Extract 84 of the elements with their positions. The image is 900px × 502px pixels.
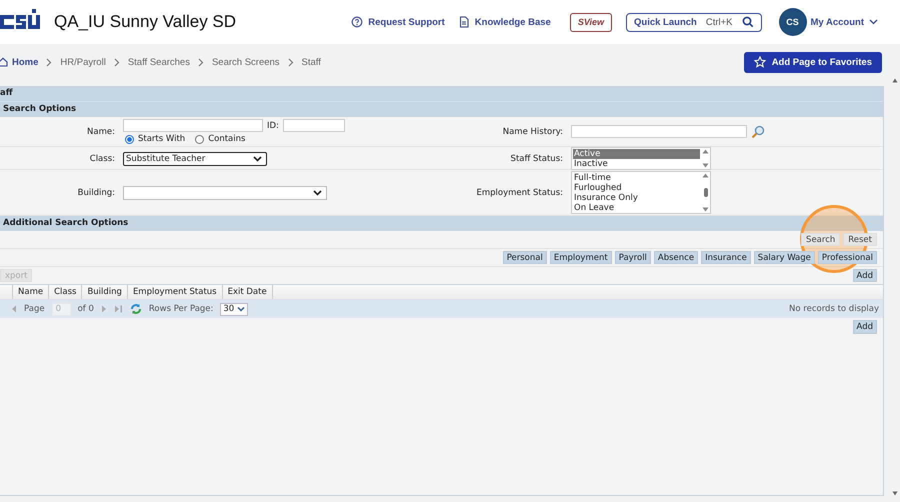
magnifier-icon xyxy=(751,124,765,138)
column-header: Class xyxy=(49,285,82,299)
view-button[interactable]: Personal xyxy=(502,251,547,264)
quick-launch-button[interactable]: Quick Launch Ctrl+K xyxy=(626,12,762,32)
list-option[interactable]: Active xyxy=(573,149,700,159)
field-label: Employment Status: xyxy=(476,188,563,198)
avatar: CS xyxy=(778,8,807,36)
breadcrumb-link[interactable]: Home xyxy=(0,56,38,68)
scroll-down-arrow-icon[interactable] xyxy=(892,491,898,496)
chevron-right-icon xyxy=(114,58,120,66)
chevron-down-icon xyxy=(237,306,246,312)
name-input[interactable] xyxy=(123,119,263,132)
view-button[interactable]: Professional xyxy=(818,251,877,264)
account-menu-button[interactable]: My Account xyxy=(810,16,878,28)
header-link[interactable]: Knowledge Base xyxy=(458,16,551,28)
column-header: Exit Date xyxy=(222,285,273,299)
scroll-down-arrow-icon xyxy=(702,163,709,168)
chevron-down-icon xyxy=(313,190,322,196)
star-icon xyxy=(754,56,766,68)
view-button[interactable]: Payroll xyxy=(614,251,651,264)
breadcrumb-link[interactable]: Search Screens xyxy=(212,56,280,68)
radio-option[interactable]: Starts With xyxy=(125,134,186,144)
chevron-right-icon xyxy=(46,58,52,66)
name-history-input[interactable] xyxy=(571,125,747,138)
column-header: Employment Status xyxy=(128,285,223,299)
view-button[interactable]: Salary Wage xyxy=(754,251,815,264)
document-icon xyxy=(458,16,470,28)
dropdown-field[interactable] xyxy=(123,186,327,200)
pager-label: Rows Per Page: xyxy=(148,304,214,314)
field-label: Staff Status: xyxy=(510,154,563,164)
add-button[interactable]: Add xyxy=(852,269,877,282)
list-option[interactable]: Full-time xyxy=(573,173,700,183)
id-input[interactable] xyxy=(282,119,345,132)
scroll-up-arrow-icon xyxy=(702,173,709,178)
list-option[interactable]: Insurance Only xyxy=(573,193,700,203)
scroll-up-arrow-icon xyxy=(702,149,709,154)
chevron-right-icon xyxy=(288,58,294,66)
sview-button[interactable]: SView xyxy=(570,12,612,32)
add-to-favorites-button[interactable]: Add Page to Favorites xyxy=(744,52,882,72)
field-label: Name: xyxy=(87,126,115,136)
section-header: Search Options xyxy=(0,102,883,117)
header-link[interactable]: Request Support xyxy=(351,16,445,28)
breadcrumb-link[interactable]: Staff Searches xyxy=(128,56,190,68)
list-option[interactable]: Inactive xyxy=(573,159,700,169)
last-page-icon xyxy=(114,305,123,313)
search-icon xyxy=(742,16,754,28)
refresh-icon xyxy=(130,303,142,315)
view-button[interactable]: Absence xyxy=(654,251,698,264)
radio-option[interactable]: Contains xyxy=(195,134,246,144)
list-box[interactable]: Active Inactive xyxy=(571,147,711,170)
dropdown-field[interactable]: Substitute Teacher xyxy=(123,152,267,166)
chevron-down-icon xyxy=(253,156,262,162)
pager-label: Page xyxy=(24,304,45,314)
field-label: Class: xyxy=(90,154,115,164)
next-page-icon xyxy=(100,305,107,313)
scroll-down-arrow-icon xyxy=(702,207,709,212)
section-header: Additional Search Options xyxy=(0,216,883,231)
pager-label: of 0 xyxy=(78,304,94,314)
scroll-up-arrow-icon[interactable] xyxy=(892,78,898,83)
chevron-right-icon xyxy=(198,58,204,66)
view-button[interactable]: Employment xyxy=(550,251,612,264)
panel-title: aff xyxy=(0,87,883,102)
list-option[interactable]: Furloughed xyxy=(573,183,700,193)
field-label: Name History: xyxy=(502,126,563,136)
help-circle-icon xyxy=(351,16,364,28)
field-label: Building: xyxy=(78,188,115,198)
action-button[interactable]: Reset xyxy=(843,233,877,246)
chevron-down-icon xyxy=(869,19,878,25)
breadcrumb-current: Staff xyxy=(302,56,321,68)
view-button[interactable]: Insurance xyxy=(701,251,751,264)
add-button[interactable]: Add xyxy=(852,320,877,334)
scrollbar-thumb xyxy=(704,188,708,197)
action-button[interactable]: Search xyxy=(801,233,840,246)
rows-per-page-dropdown[interactable]: 30 xyxy=(220,302,248,316)
empty-message: No records to display xyxy=(789,304,879,314)
list-box[interactable]: Full-time Furloughed Insurance Only On Leave xyxy=(571,171,711,214)
breadcrumb-link[interactable]: HR/Payroll xyxy=(60,56,106,68)
list-option[interactable]: On Leave xyxy=(573,203,700,213)
column-header: Name xyxy=(13,285,50,299)
field-label: ID: xyxy=(267,120,279,130)
column-header: Building xyxy=(82,285,128,299)
previous-page-icon xyxy=(11,305,17,313)
organization-title: QA_IU Sunny Valley SD xyxy=(54,12,236,32)
home-icon xyxy=(0,57,8,67)
